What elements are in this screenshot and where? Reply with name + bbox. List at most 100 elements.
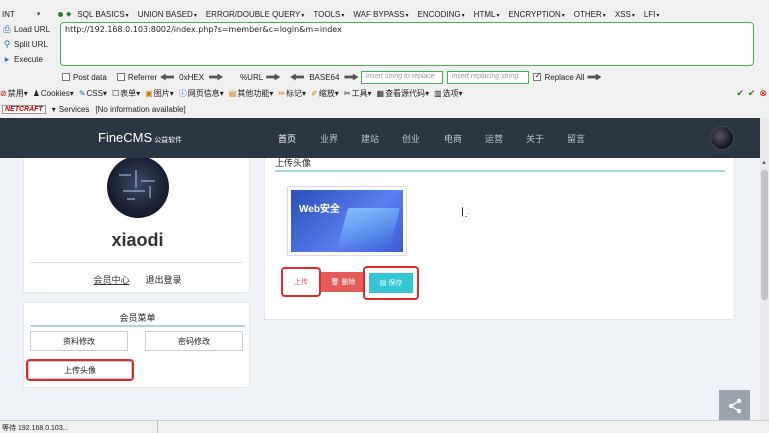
toolbar-cookies[interactable]: ♟ Cookies ▾ (33, 89, 74, 98)
save-icon: ▤ (379, 280, 387, 287)
nav-user-avatar[interactable] (710, 126, 734, 150)
logout-link[interactable]: 退出登录 (146, 273, 182, 286)
upload-button[interactable]: 上传 (281, 267, 321, 297)
arrow-right-icon[interactable] (344, 73, 359, 81)
nav-operations[interactable]: 运营 (485, 132, 503, 145)
toolbar-view-source[interactable]: ▦ 查看源代码 ▾ (377, 88, 430, 99)
replacing-input[interactable]: Insert replacing string (447, 70, 530, 84)
save-button-frame[interactable]: ▤ 保存 (363, 266, 419, 300)
check-icon[interactable]: ✔ (748, 88, 756, 99)
nav-message[interactable]: 留言 (567, 132, 585, 145)
toolbar-item-label: 表单 (120, 88, 137, 98)
load-url-button[interactable]: ⎙ Load URL (0, 22, 60, 37)
nav-home[interactable]: 首页 (278, 132, 296, 145)
hackbar-options: Post data Referrer 0xHEX %URL BASE64 Ins… (62, 70, 762, 84)
menu-lfi[interactable]: LFI (644, 10, 660, 19)
post-data-label: Post data (73, 72, 107, 82)
status-dot-icon (58, 11, 63, 17)
menu-error-double-query[interactable]: ERROR/DOUBLE QUERY (206, 10, 305, 19)
toolbar-css[interactable]: ✎ CSS ▾ (79, 89, 107, 98)
post-data-checkbox[interactable] (62, 73, 70, 81)
replace-all-checkbox[interactable] (533, 71, 542, 81)
toolbar-misc[interactable]: ▤ 其他功能 ▾ (229, 88, 274, 99)
avatar[interactable] (107, 156, 169, 218)
nav-build[interactable]: 建站 (361, 132, 379, 145)
url-encode-label: %URL (240, 72, 264, 82)
arrow-right-icon[interactable] (587, 73, 602, 81)
menu-html[interactable]: HTML (474, 10, 500, 19)
toolbar-item-label: 图片 (153, 88, 170, 98)
site-logo[interactable]: FineCMS 公益软件 (98, 130, 182, 145)
image-caption: Web安全 (299, 204, 340, 215)
split-url-button[interactable]: ⚲ Split URL (0, 37, 60, 52)
base64-label: BASE64 (309, 72, 340, 82)
scroll-up-icon[interactable]: ▲ (761, 160, 767, 166)
vertical-scrollbar[interactable]: ▲ (760, 118, 769, 420)
toolbar-outline[interactable]: ✏ 标记 ▾ (278, 88, 306, 99)
toolbar-resize[interactable]: ✐ 缩放 ▾ (311, 88, 339, 99)
toolbar-item-label: 网页信息 (187, 88, 220, 98)
menu-encryption[interactable]: ENCRYPTION (508, 10, 564, 19)
logo-text: FineCMS (98, 130, 153, 145)
netcraft-info: [No information available] (95, 104, 186, 114)
hackbar-type-select[interactable]: INT ▾ (2, 8, 54, 20)
toolbar-page-info[interactable]: ⓘ 网页信息 ▾ (179, 88, 224, 99)
execute-button[interactable]: ▸ Execute (0, 52, 60, 67)
options-icon: ▥ (434, 88, 442, 98)
menu-underline (30, 325, 245, 327)
website-viewport: xiaodi 会员中心 退出登录 会员菜单 资料修改 密码修改 上传头像 上传头… (0, 118, 769, 420)
nav-ecommerce[interactable]: 电商 (444, 132, 462, 145)
menu-union-based[interactable]: UNION BASED (138, 10, 197, 19)
chevron-down-icon: ▾ (36, 11, 41, 18)
url-textarea[interactable]: http://192.168.0.103:8002/index.php?s=me… (60, 22, 754, 66)
arrow-right-icon[interactable] (209, 73, 224, 81)
menu-encoding[interactable]: ENCODING (418, 10, 465, 19)
share-button[interactable] (719, 390, 750, 421)
menu-xss[interactable]: XSS (615, 10, 635, 19)
nav-startup[interactable]: 创业 (402, 132, 420, 145)
split-url-icon: ⚲ (3, 39, 11, 49)
status-bar: 等待 192.168.0.103... (0, 420, 769, 433)
tools-icon: ✂ (343, 88, 351, 98)
change-password-button[interactable]: 密码修改 (145, 331, 243, 351)
arrow-left-icon[interactable] (290, 73, 305, 81)
toolbar-item-label: 禁用 (7, 88, 24, 98)
arrow-left-icon[interactable] (160, 73, 175, 81)
image-icon: ▣ (145, 88, 153, 98)
toolbar-disable[interactable]: ⊘ 禁用 ▾ (0, 88, 28, 99)
menu-waf-bypass[interactable]: WAF BYPASS (353, 10, 408, 19)
toolbar-item-label: CSS (86, 88, 103, 98)
menu-sql-basics[interactable]: SQL BASICS (77, 10, 128, 19)
arrow-right-icon[interactable] (266, 73, 281, 81)
nav-about[interactable]: 关于 (526, 132, 544, 145)
status-text: 等待 192.168.0.103... (0, 421, 158, 433)
cookie-icon: ♟ (32, 88, 40, 98)
member-center-link[interactable]: 会员中心 (93, 273, 129, 286)
referrer-checkbox[interactable] (116, 73, 125, 81)
replace-input[interactable]: Insert string to replace (361, 70, 444, 84)
toolbar-item-label: 查看源代码 (385, 88, 426, 98)
scrollbar-thumb[interactable] (761, 170, 768, 300)
delete-button[interactable]: 🗑 删除 (321, 272, 365, 292)
upload-avatar-button[interactable]: 上传头像 (26, 359, 134, 381)
load-url-label: Load URL (14, 25, 51, 34)
check-icon[interactable]: ✔ (736, 88, 744, 99)
netcraft-toolbar: NETCRAFT ▾ Services [No information avai… (0, 102, 769, 116)
avatar-preview-image: Web安全 (291, 190, 403, 252)
toolbar-images[interactable]: ▣ 图片 ▾ (145, 88, 174, 99)
netcraft-logo[interactable]: NETCRAFT (2, 104, 46, 114)
menu-tools[interactable]: TOOLS (313, 10, 344, 19)
edit-profile-button[interactable]: 资料修改 (30, 331, 128, 351)
toolbar-forms[interactable]: ☐ 表单 ▾ (112, 88, 140, 99)
nav-industry[interactable]: 业界 (320, 132, 338, 145)
toolbar-options[interactable]: ▥ 选项 ▾ (434, 88, 463, 99)
services-menu[interactable]: Services (59, 105, 90, 114)
menu-other[interactable]: OTHER (574, 10, 606, 19)
toolbar-item-label: Cookies (40, 88, 70, 98)
dropdown-arrow-icon[interactable]: ▾ (52, 105, 56, 114)
toolbar-tools[interactable]: ✂ 工具 ▾ (344, 88, 372, 99)
save-button[interactable]: ▤ 保存 (369, 273, 413, 293)
error-icon[interactable]: ⊗ (759, 88, 767, 99)
toolbar-item-label: 缩放 (318, 88, 335, 98)
toolbar-status-icons: ✔ ✔ ⊗ (736, 88, 767, 99)
